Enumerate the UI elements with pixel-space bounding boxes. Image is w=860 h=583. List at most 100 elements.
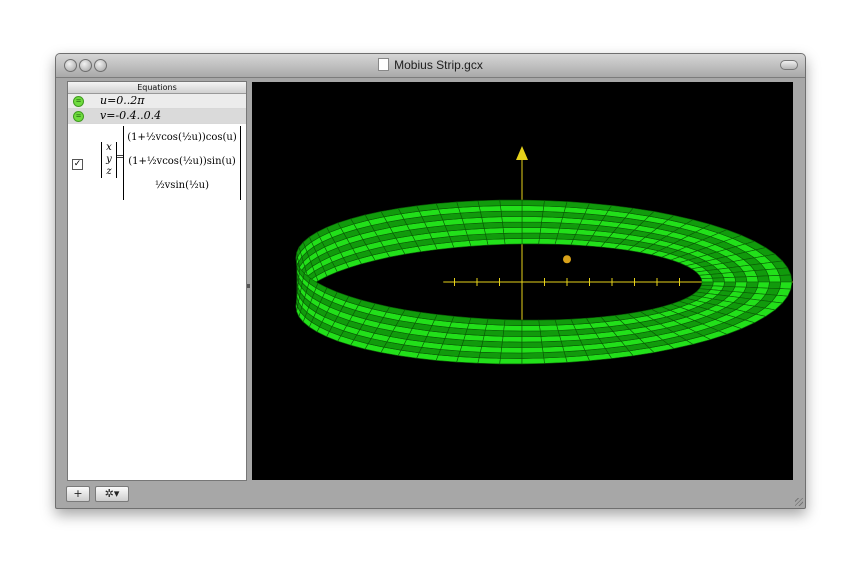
surface-patch — [521, 232, 541, 239]
add-equation-button[interactable]: + — [66, 486, 90, 502]
surface-patch — [501, 216, 523, 223]
surface-patch — [521, 205, 545, 212]
surface-patch — [521, 352, 545, 359]
surface-patch — [502, 227, 523, 234]
surface-patch — [521, 199, 545, 207]
parametric-equation-row[interactable]: ✓ x y z = (1+½vcos(½u))cos(u) (1+½vcos(½… — [68, 124, 246, 204]
resize-grip[interactable] — [795, 498, 803, 506]
equation-u-range: u=0..2π — [100, 94, 145, 107]
surface-patch — [779, 281, 793, 290]
surface-patch — [478, 351, 502, 359]
surface-patch — [502, 221, 523, 229]
surface-patch — [486, 318, 506, 326]
equation-row-v[interactable]: = v=-0.4..0.4 — [68, 109, 246, 124]
surface-patch — [500, 205, 523, 212]
surface-patch — [539, 232, 559, 240]
surface-patch — [768, 275, 782, 283]
surface-patch — [756, 281, 770, 289]
split-view-handle[interactable] — [247, 284, 250, 288]
parametric-components: (1+½vcos(½u))cos(u) (1+½vcos(½u))sin(u) … — [123, 126, 241, 200]
z-axis-arrow-icon — [516, 146, 528, 160]
surface-patch — [540, 221, 562, 229]
surface-patch — [481, 340, 503, 348]
surface-patch — [521, 238, 540, 245]
component-x: (1+½vcos(½u))cos(u) — [127, 132, 237, 143]
surface-patch — [521, 319, 540, 326]
surface-patch — [504, 238, 523, 245]
graph-canvas[interactable] — [252, 82, 793, 480]
equation-color-icon[interactable]: = — [73, 111, 84, 122]
surface-patch — [565, 201, 590, 209]
surface-patch — [723, 276, 737, 283]
surface-patch — [521, 357, 545, 365]
surface-patch — [480, 346, 503, 354]
surface-patch — [521, 210, 544, 218]
surface-patch — [543, 200, 568, 208]
equations-sidebar: Equations = u=0..2π = v=-0.4..0.4 ✓ x y … — [67, 81, 247, 481]
surface-patch — [541, 340, 563, 348]
surface-patch — [539, 227, 560, 234]
surface-patch — [477, 199, 501, 207]
surface-patch — [502, 330, 523, 337]
surface-patch — [482, 221, 504, 229]
surface-patch — [500, 346, 523, 354]
surface-patch — [480, 210, 503, 218]
surface-patch — [521, 346, 544, 354]
surface-patch — [554, 318, 574, 326]
surface-patch — [556, 324, 577, 331]
surface-patch — [540, 335, 562, 343]
surface-patch — [502, 335, 523, 343]
toolbar-toggle-button[interactable] — [780, 60, 798, 70]
coordinate-vector: x y z — [101, 142, 117, 178]
surface-patch — [712, 277, 725, 283]
surface-patch — [501, 341, 523, 348]
surface-patch — [521, 341, 543, 348]
surface-patch — [485, 232, 505, 240]
surface-patch — [570, 317, 591, 325]
app-window: Mobius Strip.gcx Equations = u=0..2π = v… — [55, 53, 806, 509]
surface-patch — [745, 281, 759, 289]
surface-patch — [477, 357, 501, 365]
surface-patch — [485, 324, 505, 332]
equation-row-u[interactable]: = u=0..2π — [68, 94, 246, 109]
window-title-area: Mobius Strip.gcx — [56, 58, 805, 72]
surface-patch — [745, 275, 759, 283]
vector-x: x — [106, 142, 112, 153]
document-icon — [378, 58, 390, 71]
surface-patch — [538, 319, 557, 326]
surface-patch — [500, 352, 523, 359]
surface-patch — [539, 324, 559, 332]
surface-patch — [499, 199, 523, 207]
equations-header: Equations — [68, 82, 246, 94]
action-menu-button[interactable]: ✲▾ — [95, 486, 129, 502]
equation-color-icon[interactable]: = — [73, 96, 84, 107]
vector-z: z — [106, 166, 112, 177]
surface-patch — [756, 275, 770, 283]
surface-patch — [483, 227, 505, 235]
equation-visible-checkbox[interactable]: ✓ — [72, 159, 83, 170]
surface-patch — [483, 329, 505, 337]
surface-patch — [539, 330, 560, 337]
surface-patch — [521, 227, 542, 234]
surface-patch — [456, 200, 480, 208]
surface-patch — [538, 238, 557, 245]
title-bar: Mobius Strip.gcx — [56, 54, 805, 78]
surface-patch — [521, 216, 543, 223]
surface-patch — [521, 330, 542, 337]
surface-patch — [451, 315, 472, 324]
surface-patch — [734, 276, 748, 283]
surface-patch — [478, 205, 502, 213]
mobius-plot[interactable] — [252, 82, 793, 480]
surface-patch — [468, 317, 489, 325]
surface-patch — [521, 336, 542, 343]
surface-patch — [768, 281, 782, 289]
surface-patch — [521, 325, 541, 332]
vector-y: y — [106, 154, 112, 165]
surface-patch — [504, 319, 523, 326]
surface-patch — [701, 277, 714, 283]
component-z: ½vsin(½u) — [154, 180, 210, 191]
surface-patch — [482, 335, 504, 343]
surface-patch — [481, 216, 503, 224]
surface-patch — [779, 274, 793, 283]
component-y: (1+½vcos(½u))sin(u) — [128, 156, 236, 167]
